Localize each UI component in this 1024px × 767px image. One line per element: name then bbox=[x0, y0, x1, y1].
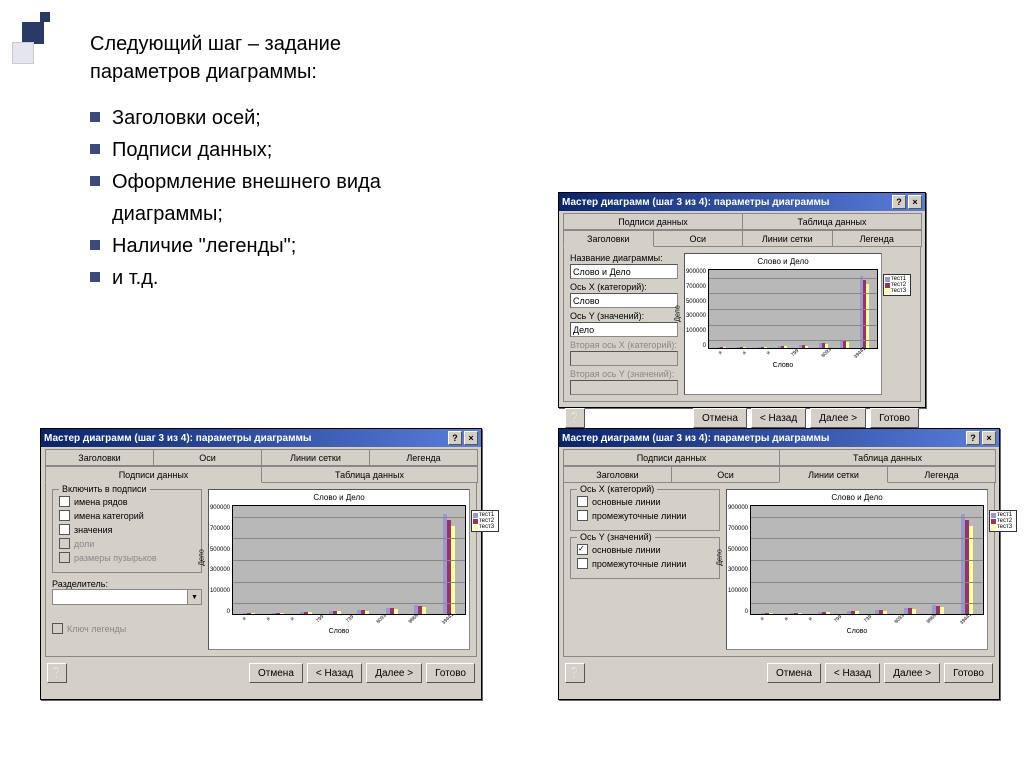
help-icon[interactable]: ? bbox=[966, 431, 980, 445]
tab-data-labels[interactable]: Подписи данных bbox=[563, 213, 743, 230]
cancel-button[interactable]: Отмена bbox=[693, 408, 747, 428]
close-icon[interactable]: × bbox=[908, 195, 922, 209]
tab-data-table[interactable]: Таблица данных bbox=[779, 449, 996, 466]
dialog-chart-wizard-labels: Мастер диаграмм (шаг 3 из 4): параметры … bbox=[40, 428, 482, 700]
context-help-button[interactable]: ❔ bbox=[565, 408, 585, 428]
checkbox-percentages bbox=[59, 538, 70, 549]
tab-gridlines[interactable]: Линии сетки bbox=[779, 466, 888, 483]
x-gridlines-group: Ось X (категорий) основные линии промежу… bbox=[570, 489, 720, 531]
tab-axes[interactable]: Оси bbox=[653, 230, 744, 247]
dialog-chart-wizard-gridlines: Мастер диаграмм (шаг 3 из 4): параметры … bbox=[558, 428, 1000, 700]
chart-title-label: Название диаграммы: bbox=[570, 253, 678, 263]
finish-button[interactable]: Готово bbox=[870, 408, 919, 428]
dialog-title: Мастер диаграмм (шаг 3 из 4): параметры … bbox=[562, 433, 829, 444]
chart-title-input[interactable]: Слово и Дело bbox=[570, 264, 678, 279]
tab-data-table[interactable]: Таблица данных bbox=[742, 213, 922, 230]
y2-axis-input bbox=[570, 380, 678, 395]
y-axis-input[interactable]: Дело bbox=[570, 322, 678, 337]
checkbox-y-major[interactable] bbox=[577, 544, 588, 555]
next-button[interactable]: Далее > bbox=[884, 663, 940, 683]
tab-data-labels[interactable]: Подписи данных bbox=[45, 466, 262, 483]
tab-data-table[interactable]: Таблица данных bbox=[261, 466, 478, 483]
chart-preview: Слово и Дело Дело 9000007000005000003000… bbox=[726, 489, 988, 650]
preview-legend: тест1 тест2 тест3 bbox=[471, 510, 499, 532]
separator-label: Разделитель: bbox=[52, 579, 108, 589]
y-gridlines-group: Ось Y (значений) основные линии промежут… bbox=[570, 537, 720, 579]
cancel-button[interactable]: Отмена bbox=[249, 663, 303, 683]
y-axis-label: Ось Y (значений): bbox=[570, 311, 678, 321]
preview-legend: тест1 тест2 тест3 bbox=[989, 510, 1017, 532]
titlebar[interactable]: Мастер диаграмм (шаг 3 из 4): параметры … bbox=[559, 193, 925, 211]
preview-legend: тест1 тест2 тест3 bbox=[883, 274, 911, 296]
help-icon[interactable]: ? bbox=[448, 431, 462, 445]
y2-axis-label: Вторая ось Y (значений): bbox=[570, 369, 678, 379]
close-icon[interactable]: × bbox=[464, 431, 478, 445]
titlebar[interactable]: Мастер диаграмм (шаг 3 из 4): параметры … bbox=[559, 429, 999, 447]
x2-axis-input bbox=[570, 351, 678, 366]
dialog-title: Мастер диаграмм (шаг 3 из 4): параметры … bbox=[44, 433, 311, 444]
question-icon: ❔ bbox=[51, 668, 63, 679]
separator-combo[interactable]: ▼ bbox=[52, 589, 202, 605]
tab-legend[interactable]: Легенда bbox=[887, 466, 996, 483]
help-icon[interactable]: ? bbox=[892, 195, 906, 209]
include-labels-group: Включить в подписи имена рядов имена кат… bbox=[52, 489, 202, 573]
dialog-chart-wizard-headers: Мастер диаграмм (шаг 3 из 4): параметры … bbox=[558, 192, 926, 408]
titlebar[interactable]: Мастер диаграмм (шаг 3 из 4): параметры … bbox=[41, 429, 481, 447]
checkbox-y-minor[interactable] bbox=[577, 558, 588, 569]
back-button[interactable]: < Назад bbox=[307, 663, 362, 683]
preview-title: Слово и Дело bbox=[688, 257, 878, 266]
x-axis-label: Ось X (категорий): bbox=[570, 282, 678, 292]
checkbox-category-names[interactable] bbox=[59, 510, 70, 521]
context-help-button[interactable]: ❔ bbox=[565, 663, 585, 683]
checkbox-x-major[interactable] bbox=[577, 496, 588, 507]
tab-headers[interactable]: Заголовки bbox=[563, 230, 654, 247]
context-help-button[interactable]: ❔ bbox=[47, 663, 67, 683]
question-icon: ❔ bbox=[569, 413, 581, 424]
dialog-title: Мастер диаграмм (шаг 3 из 4): параметры … bbox=[562, 197, 829, 208]
checkbox-x-minor[interactable] bbox=[577, 510, 588, 521]
back-button[interactable]: < Назад bbox=[751, 408, 806, 428]
checkbox-values[interactable] bbox=[59, 524, 70, 535]
tab-legend[interactable]: Легенда bbox=[832, 230, 923, 247]
tab-axes[interactable]: Оси bbox=[671, 466, 780, 483]
chart-preview: Слово и Дело Дело 9000007000005000003000… bbox=[208, 489, 470, 650]
close-icon[interactable]: × bbox=[982, 431, 996, 445]
tab-gridlines[interactable]: Линии сетки bbox=[742, 230, 833, 247]
finish-button[interactable]: Готово bbox=[426, 663, 475, 683]
tab-data-labels[interactable]: Подписи данных bbox=[563, 449, 780, 466]
chevron-down-icon: ▼ bbox=[187, 590, 201, 604]
chart-preview: Слово и Дело Дело 9000007000005000003000… bbox=[684, 253, 882, 395]
cancel-button[interactable]: Отмена bbox=[767, 663, 821, 683]
checkbox-legend-key bbox=[52, 623, 63, 634]
tab-gridlines[interactable]: Линии сетки bbox=[261, 449, 370, 466]
question-icon: ❔ bbox=[569, 668, 581, 679]
x2-axis-label: Вторая ось X (категорий): bbox=[570, 340, 678, 350]
x-axis-input[interactable]: Слово bbox=[570, 293, 678, 308]
finish-button[interactable]: Готово bbox=[944, 663, 993, 683]
tab-headers[interactable]: Заголовки bbox=[45, 449, 154, 466]
tab-headers[interactable]: Заголовки bbox=[563, 466, 672, 483]
checkbox-series-names[interactable] bbox=[59, 496, 70, 507]
tab-axes[interactable]: Оси bbox=[153, 449, 262, 466]
checkbox-bubble-sizes bbox=[59, 552, 70, 563]
next-button[interactable]: Далее > bbox=[366, 663, 422, 683]
tab-legend[interactable]: Легенда bbox=[369, 449, 478, 466]
back-button[interactable]: < Назад bbox=[825, 663, 880, 683]
next-button[interactable]: Далее > bbox=[810, 408, 866, 428]
